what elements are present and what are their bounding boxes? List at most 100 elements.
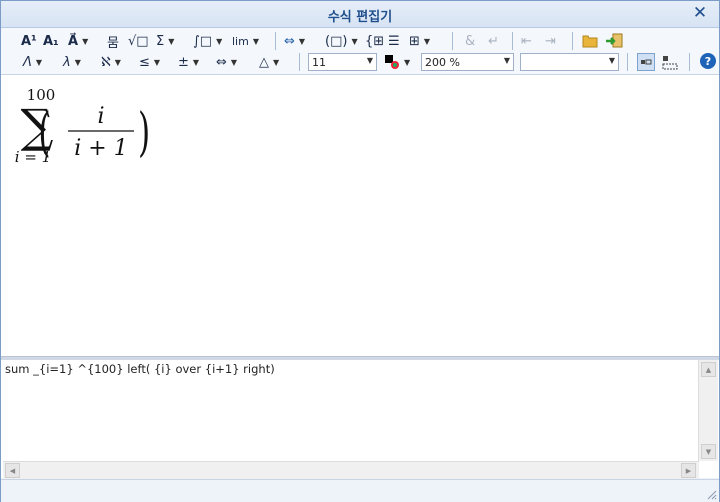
resize-grip-icon[interactable] [705, 488, 717, 500]
greek-lower-button[interactable]: λ ▼ [63, 52, 81, 72]
matrix-icon: ⊞ [409, 33, 420, 49]
separator [689, 53, 690, 71]
horizontal-scrollbar[interactable]: ◀ ▶ [3, 461, 699, 479]
scroll-right-icon[interactable]: ▶ [681, 463, 696, 478]
accent-button[interactable]: A⃗ ▼ [68, 31, 88, 51]
integral-icon: ∫□ [193, 33, 213, 49]
status-bar [1, 479, 719, 502]
color-icon [385, 55, 399, 69]
chevron-down-icon: ▼ [503, 56, 510, 65]
misc-symbol-button[interactable]: △ ▼ [259, 52, 279, 72]
window-title: 수식 편집기 [327, 10, 393, 25]
prev-button[interactable]: ⇤ [521, 31, 532, 51]
zoom-combo[interactable]: 200 % ▼ [421, 53, 514, 71]
triangle-icon: △ [259, 54, 269, 70]
chevron-down-icon: ▼ [608, 56, 615, 65]
root-icon: √□ [128, 33, 149, 49]
view-mode-button-1[interactable] [637, 53, 655, 71]
accent-icon: A⃗ [68, 33, 79, 49]
separator [452, 32, 453, 50]
separator [299, 53, 300, 71]
double-arrow-icon: ⇔ [284, 33, 295, 49]
newline-button[interactable]: ↵ [488, 31, 499, 51]
chevron-down-icon: ▼ [114, 57, 121, 67]
scroll-left-icon[interactable]: ◀ [5, 463, 20, 478]
subscript-button[interactable]: A₁ [43, 31, 59, 51]
superscript-button[interactable]: A¹ [21, 31, 37, 51]
matrix-button[interactable]: ⊞ ▼ [409, 31, 430, 51]
script-text[interactable]: sum _{i=1} ^{100} left( {i} over {i+1} r… [5, 362, 275, 376]
zoom-value: 200 % [425, 55, 460, 69]
chevron-down-icon: ▼ [35, 57, 43, 67]
font-combo[interactable]: ▼ [520, 53, 619, 71]
scroll-up-icon[interactable]: ▲ [701, 362, 716, 377]
paren-button[interactable]: (□) ▼ [325, 31, 358, 51]
chevron-down-icon: ▼ [82, 36, 89, 46]
folder-icon [582, 35, 598, 48]
chevron-down-icon: ▼ [423, 36, 431, 46]
scroll-down-icon[interactable]: ▼ [701, 444, 716, 459]
limit-button[interactable]: lim ▼ [232, 31, 259, 51]
chevron-down-icon: ▼ [404, 57, 411, 67]
separator [572, 32, 573, 50]
vertical-stack-button[interactable]: ☰ [388, 31, 400, 51]
chevron-down-icon: ▼ [192, 57, 200, 67]
open-button[interactable] [582, 31, 598, 51]
prev-icon: ⇤ [521, 33, 532, 49]
fraction-button[interactable]: 뭄 [107, 31, 119, 51]
matrix-case-button[interactable]: {⊞ [365, 31, 384, 51]
chevron-down-icon: ▼ [351, 36, 358, 46]
plus-minus-icon: ± [178, 54, 189, 70]
subscript-icon: A₁ [43, 33, 59, 49]
next-button[interactable]: ⇥ [545, 31, 556, 51]
chevron-down-icon: ▼ [74, 57, 81, 67]
separator [627, 53, 628, 71]
limit-icon: lim [232, 34, 249, 48]
double-arrow-icon: ⇔ [216, 54, 227, 70]
stack-icon: ☰ [388, 33, 400, 49]
view-mode-button-2[interactable] [662, 53, 678, 73]
right-paren: ) [138, 103, 150, 164]
arrow2-button[interactable]: ⇔ ▼ [216, 52, 237, 72]
arrow-button[interactable]: ⇔ ▼ [284, 31, 305, 51]
insert-icon [606, 33, 623, 48]
lambda-upper-icon: Λ [23, 54, 32, 70]
toolbar: A¹ A₁ A⃗ ▼ 뭄 √□ Σ ▼ ∫□ ▼ lim ▼ ⇔ ▼ (□) ▼ {⊞ ☰ … [1, 28, 719, 75]
lambda-lower-icon: λ [63, 54, 71, 70]
font-size-combo[interactable]: 11 ▼ [308, 53, 377, 71]
fraction-icon: 뭄 [107, 35, 119, 51]
chevron-down-icon: ▼ [168, 36, 175, 46]
separator [275, 32, 276, 50]
chevron-down-icon: ▼ [153, 57, 161, 67]
vertical-scrollbar[interactable]: ▲ ▼ [698, 360, 718, 461]
insert-button[interactable] [605, 31, 623, 51]
less-equal-icon: ≤ [139, 54, 150, 70]
relation-button[interactable]: ≤ ▼ [139, 52, 160, 72]
chevron-down-icon: ▼ [230, 57, 238, 67]
sum-button[interactable]: Σ ▼ [156, 31, 174, 51]
close-icon[interactable]: ✕ [691, 4, 709, 22]
chevron-down-icon: ▼ [216, 36, 223, 46]
layout-icon [641, 59, 652, 65]
formula-render: 100 ∑ i = 1 ( i i + 1 ) [15, 86, 150, 166]
numerator: i [97, 104, 104, 129]
parenthesis-icon: (□) [325, 33, 348, 49]
formula-preview[interactable]: 100 ∑ i = 1 ( i i + 1 ) [1, 75, 719, 356]
chevron-down-icon: ▼ [366, 56, 373, 65]
aleph-icon: ℵ [101, 54, 111, 70]
sigma-icon: Σ [156, 33, 165, 49]
help-button[interactable]: ? [700, 53, 716, 69]
root-button[interactable]: √□ [128, 31, 149, 51]
integral-button[interactable]: ∫□ ▼ [193, 31, 222, 51]
align-button[interactable]: & [465, 31, 475, 51]
chevron-down-icon: ▼ [273, 57, 280, 67]
special-char-button[interactable]: ℵ ▼ [101, 52, 121, 72]
greek-upper-button[interactable]: Λ ▼ [23, 52, 42, 72]
separator [512, 32, 513, 50]
operator-button[interactable]: ± ▼ [178, 52, 199, 72]
layout-stack-icon [662, 56, 678, 70]
superscript-icon: A¹ [21, 33, 37, 49]
color-button[interactable]: ▼ [384, 52, 410, 72]
denominator: i + 1 [74, 136, 127, 161]
font-size-value: 11 [312, 55, 326, 69]
